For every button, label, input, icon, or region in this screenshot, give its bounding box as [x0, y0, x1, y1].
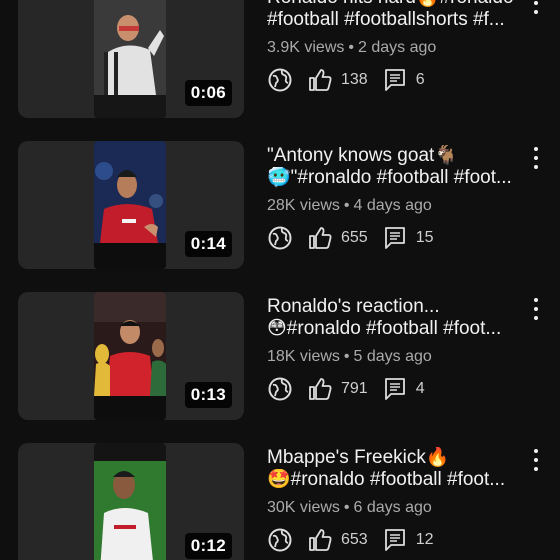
view-count: 28K views	[267, 197, 340, 214]
video-item[interactable]: 0:14 "Antony knows goat🐐 🥶"#ronaldo #foo…	[0, 141, 560, 277]
video-item[interactable]: 0:13 Ronaldo's reaction... 😳#ronaldo #fo…	[0, 292, 560, 428]
more-vert-icon[interactable]	[528, 147, 544, 169]
video-item[interactable]: 0:12 Mbappe's Freekick🔥 🤩#ronaldo #footb…	[0, 443, 560, 560]
comment-count: 6	[415, 71, 425, 88]
thumbs-up-icon[interactable]	[307, 67, 333, 93]
video-info[interactable]: Ronaldo hits hard🔥#ronaldo #football #fo…	[267, 0, 529, 93]
meta-separator: •	[343, 197, 350, 214]
thumbnail-image[interactable]	[94, 141, 166, 269]
video-meta: 18K views • 5 days ago	[267, 348, 529, 366]
video-title-line-2[interactable]: 🥶"#ronaldo #football #foot...	[267, 167, 529, 189]
view-count: 30K views	[267, 499, 340, 516]
thumbnail-card[interactable]: 0:06	[18, 0, 244, 118]
meta-separator: •	[343, 348, 350, 365]
thumbnail-card[interactable]: 0:14	[18, 141, 244, 269]
like-count: 653	[341, 531, 368, 548]
comment-count: 12	[415, 531, 434, 548]
comment-icon[interactable]	[382, 67, 408, 93]
comment-icon[interactable]	[382, 225, 408, 251]
like-count: 791	[341, 380, 368, 397]
video-item[interactable]: 0:06 Ronaldo hits hard🔥#ronaldo #footbal…	[0, 0, 560, 126]
video-title-line-2[interactable]: 🤩#ronaldo #football #foot...	[267, 469, 529, 491]
video-info[interactable]: Mbappe's Freekick🔥 🤩#ronaldo #football #…	[267, 447, 529, 553]
action-row: 791 4	[267, 376, 529, 402]
like-count: 655	[341, 229, 368, 246]
action-row: 655 15	[267, 225, 529, 251]
meta-separator: •	[343, 499, 350, 516]
more-vert-icon[interactable]	[528, 0, 544, 14]
video-info[interactable]: "Antony knows goat🐐 🥶"#ronaldo #football…	[267, 145, 529, 251]
remix-globe-icon[interactable]	[267, 67, 293, 93]
thumbnail-image[interactable]	[94, 443, 166, 560]
more-vert-icon[interactable]	[528, 449, 544, 471]
comment-count: 15	[415, 229, 434, 246]
view-count: 3.9K views	[267, 39, 345, 56]
thumbs-up-icon[interactable]	[307, 376, 333, 402]
comment-icon[interactable]	[382, 376, 408, 402]
video-title-line-1[interactable]: Mbappe's Freekick🔥	[267, 447, 529, 469]
duration-badge: 0:14	[184, 231, 232, 257]
video-title-line-2[interactable]: 😳#ronaldo #football #foot...	[267, 318, 529, 340]
thumbnail-image[interactable]	[94, 292, 166, 420]
comment-count: 4	[415, 380, 425, 397]
upload-age: 2 days ago	[357, 39, 437, 56]
upload-age: 6 days ago	[353, 499, 432, 516]
remix-globe-icon[interactable]	[267, 527, 293, 553]
action-row: 138 6	[267, 67, 529, 93]
video-meta: 30K views • 6 days ago	[267, 499, 529, 517]
upload-age: 4 days ago	[353, 197, 432, 214]
video-meta: 28K views • 4 days ago	[267, 197, 529, 215]
meta-separator: •	[348, 39, 354, 56]
action-row: 653 12	[267, 527, 529, 553]
thumbnail-card[interactable]: 0:12	[18, 443, 244, 560]
more-vert-icon[interactable]	[528, 298, 544, 320]
shorts-feed: 0:06 Ronaldo hits hard🔥#ronaldo #footbal…	[0, 0, 560, 560]
duration-badge: 0:06	[184, 80, 232, 106]
remix-globe-icon[interactable]	[267, 225, 293, 251]
video-title-line-1[interactable]: Ronaldo hits hard🔥#ronaldo	[267, 0, 529, 9]
thumbs-up-icon[interactable]	[307, 225, 333, 251]
remix-globe-icon[interactable]	[267, 376, 293, 402]
video-title-line-1[interactable]: Ronaldo's reaction...	[267, 296, 529, 318]
like-count: 138	[341, 71, 368, 88]
thumbs-up-icon[interactable]	[307, 527, 333, 553]
comment-icon[interactable]	[382, 527, 408, 553]
view-count: 18K views	[267, 348, 340, 365]
video-meta: 3.9K views • 2 days ago	[267, 39, 529, 57]
upload-age: 5 days ago	[353, 348, 432, 365]
thumbnail-card[interactable]: 0:13	[18, 292, 244, 420]
video-info[interactable]: Ronaldo's reaction... 😳#ronaldo #footbal…	[267, 296, 529, 402]
video-title-line-2[interactable]: #football #footballshorts #f...	[267, 9, 529, 31]
duration-badge: 0:12	[184, 533, 232, 559]
video-title-line-1[interactable]: "Antony knows goat🐐	[267, 145, 529, 167]
duration-badge: 0:13	[184, 382, 232, 408]
thumbnail-image[interactable]	[94, 0, 166, 118]
